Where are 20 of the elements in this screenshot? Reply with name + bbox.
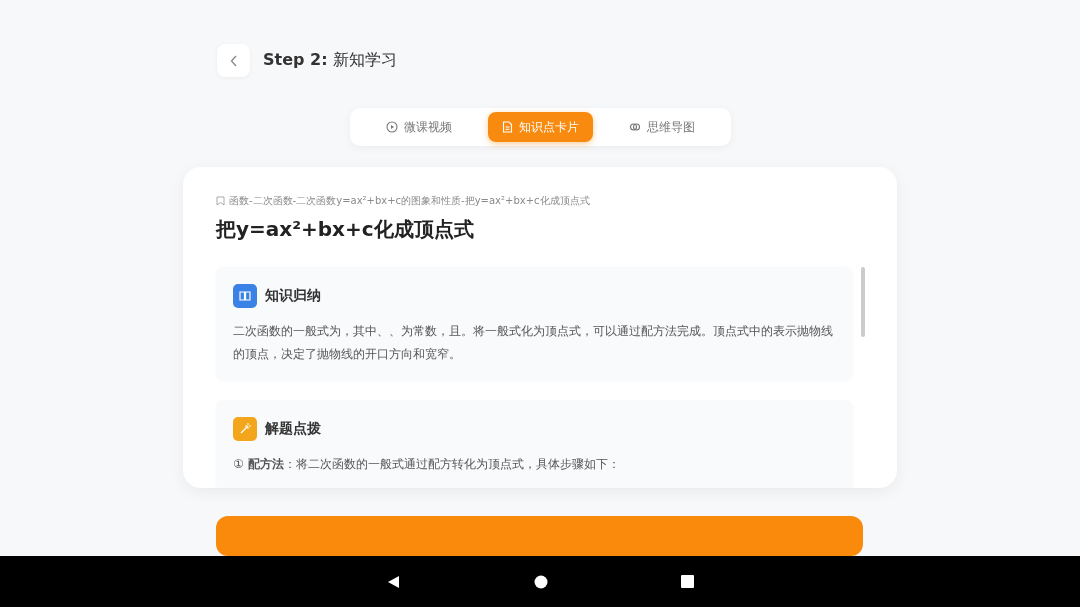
section-text: ① 配方法：将二次函数的一般式通过配方转化为顶点式，具体步骤如下： (233, 456, 621, 473)
play-circle-icon (385, 121, 398, 133)
back-chevron-icon (229, 54, 238, 67)
recents-icon[interactable] (680, 575, 694, 588)
section-heading: 解题点拨 (265, 420, 321, 438)
section-heading: 知识归纳 (265, 287, 321, 305)
card-title: 把y=ax²+bx+c化成顶点式 (216, 216, 475, 243)
section-text: 二次函数的一般式为，其中、、为常数，且。将一般式化为顶点式，可以通过配方法完成。顶点式中的表示抛物线的顶点，决定了抛物线的开口方向和宽窄。 (233, 323, 834, 363)
book-icon (233, 284, 257, 308)
tab[interactable]: 微课视频 (371, 112, 466, 142)
magic-wand-icon (233, 417, 257, 441)
link-icon (628, 121, 641, 133)
home-icon[interactable] (533, 574, 548, 589)
scrollbar-thumb[interactable] (861, 267, 865, 337)
tab[interactable]: 思维导图 (614, 112, 709, 142)
document-icon (501, 121, 513, 133)
bookmark-icon (216, 196, 225, 206)
page-title: Step 2: 新知学习 (263, 50, 397, 71)
breadcrumb: 函数-二次函数-二次函数y=ax²+bx+c的图象和性质-把y=ax²+bx+c化成顶点式 (229, 194, 590, 208)
back-icon[interactable] (386, 574, 401, 589)
